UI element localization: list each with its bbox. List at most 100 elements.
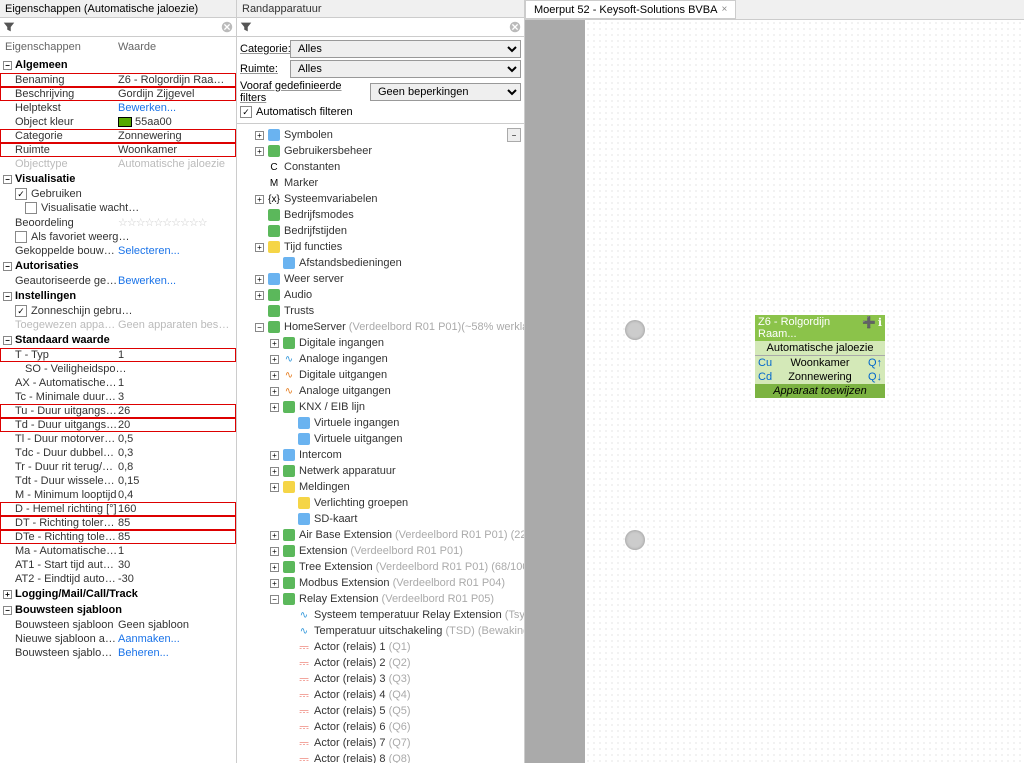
property-row[interactable]: Geautoriseerde gebruike...Bewerken... — [0, 274, 236, 288]
tree-item[interactable]: +{x}Systeemvariabelen — [237, 191, 524, 207]
tree-item[interactable]: ⎓Actor (relais) 8 (Q8) — [237, 751, 524, 763]
property-row[interactable]: Beoordeling☆☆☆☆☆☆☆☆☆☆ — [0, 215, 236, 230]
port-out[interactable]: Q↑ — [862, 357, 882, 369]
property-row[interactable]: Tdc - Duur dubbele klik [s]0,3 — [0, 446, 236, 460]
property-row[interactable]: T - Typ1 — [0, 348, 236, 362]
tree-item[interactable]: Bedrijfstijden — [237, 223, 524, 239]
tree-item[interactable]: −Relay Extension (Verdeelbord R01 P05) — [237, 591, 524, 607]
tree-toggle[interactable]: + — [255, 243, 264, 252]
tree-item[interactable]: +KNX / EIB lijn — [237, 399, 524, 415]
tree-item[interactable]: Verlichting groepen — [237, 495, 524, 511]
property-row[interactable]: Toegewezen apparaatGeen apparaten beschi… — [0, 318, 236, 332]
section-header[interactable]: −Bouwsteen sjabloon — [0, 602, 236, 618]
prop-value[interactable]: 0,5 — [118, 433, 233, 445]
node-icons[interactable]: ➕ ℹ — [862, 316, 882, 340]
filter-category-select[interactable]: Alles — [290, 40, 521, 58]
plus-icon[interactable]: ➕ — [862, 316, 876, 340]
tree-toggle[interactable]: + — [270, 371, 279, 380]
property-row[interactable]: ✓Zonneschijn gebruiken — [0, 304, 236, 318]
prop-value[interactable]: 3 — [118, 391, 233, 403]
property-row[interactable]: Tl - Duur motorvergrend...0,5 — [0, 432, 236, 446]
prop-value[interactable]: 0,15 — [118, 475, 233, 487]
tree-toggle[interactable]: + — [270, 547, 279, 556]
property-row[interactable]: SO - Veiligheidspositi... — [0, 362, 236, 376]
tree-toggle[interactable]: + — [270, 483, 279, 492]
tree-item[interactable]: +∿Digitale uitgangen — [237, 367, 524, 383]
port-in[interactable]: Cd — [758, 371, 778, 383]
section-header[interactable]: −Visualisatie — [0, 171, 236, 187]
property-row[interactable]: Als favoriet weergeven — [0, 230, 236, 244]
prop-value[interactable]: Zonnewering — [118, 130, 233, 142]
property-row[interactable]: Bouwsteen sjabloonGeen sjabloon — [0, 618, 236, 632]
property-row[interactable]: Gekoppelde bouwstenenSelecteren... — [0, 244, 236, 258]
property-row[interactable]: ObjecttypeAutomatische jaloezie — [0, 157, 236, 171]
tree-item[interactable]: +Modbus Extension (Verdeelbord R01 P04) — [237, 575, 524, 591]
tree-toggle[interactable]: + — [270, 531, 279, 540]
tree-item[interactable]: +Digitale ingangen — [237, 335, 524, 351]
prop-value[interactable]: Z6 - Rolgordijn Raam Zijgev... — [118, 74, 233, 86]
info-icon[interactable]: ℹ — [878, 316, 882, 340]
tree-item[interactable]: Virtuele ingangen — [237, 415, 524, 431]
property-row[interactable]: BenamingZ6 - Rolgordijn Raam Zijgev... — [0, 73, 236, 87]
prop-value[interactable]: Woonkamer — [118, 144, 233, 156]
tree-item[interactable]: MMarker — [237, 175, 524, 191]
property-row[interactable]: AT1 - Start tijd automatis...30 — [0, 558, 236, 572]
property-row[interactable]: DT - Richting tolerantie s...85 — [0, 516, 236, 530]
filter-predef-select[interactable]: Geen beperkingen — [370, 83, 521, 101]
tree-toggle[interactable]: − — [255, 323, 264, 332]
tree-toggle[interactable]: + — [255, 195, 264, 204]
prop-value[interactable]: Automatische jaloezie — [118, 158, 233, 170]
property-row[interactable]: Bouwsteen sjablonen be...Beheren... — [0, 646, 236, 660]
canvas-tab[interactable]: Moerput 52 - Keysoft-Solutions BVBA × — [525, 0, 736, 19]
tree-item[interactable]: +Gebruikersbeheer — [237, 143, 524, 159]
node-port-row[interactable]: CuWoonkamerQ↑ — [755, 356, 885, 370]
tree-toggle[interactable]: + — [255, 147, 264, 156]
property-row[interactable]: Nieuwe sjabloon aanma...Aanmaken... — [0, 632, 236, 646]
property-row[interactable]: Ma - Automatische mod...1 — [0, 544, 236, 558]
section-header[interactable]: −Algemeen — [0, 57, 236, 73]
tree-toggle[interactable]: + — [255, 291, 264, 300]
tree-item[interactable]: +∿Analoge ingangen — [237, 351, 524, 367]
tree-toggle[interactable]: + — [270, 403, 279, 412]
tree-item[interactable]: ∿Systeem temperatuur Relay Extension (Ts… — [237, 607, 524, 623]
prop-value[interactable]: Bewerken... — [118, 275, 233, 287]
filter-icon[interactable] — [239, 20, 253, 34]
prop-value[interactable]: 0,8 — [118, 461, 233, 473]
tree-item[interactable]: ⎓Actor (relais) 7 (Q7) — [237, 735, 524, 751]
prop-value[interactable]: 0,3 — [118, 447, 233, 459]
prop-value[interactable]: Gordijn Zijgevel — [118, 88, 233, 100]
tree-item[interactable]: +Weer server — [237, 271, 524, 287]
prop-value[interactable]: 85 — [118, 517, 233, 529]
tree-toggle[interactable]: + — [270, 563, 279, 572]
tree-item[interactable]: Bedrijfsmodes — [237, 207, 524, 223]
section-header[interactable]: −Standaard waarde — [0, 332, 236, 348]
property-row[interactable]: Tr - Duur rit terug/zonne...0,8 — [0, 460, 236, 474]
node-port-row[interactable]: CdZonneweringQ↓ — [755, 370, 885, 384]
tree-item[interactable]: +Extension (Verdeelbord R01 P01) — [237, 543, 524, 559]
tree-item[interactable]: ⎓Actor (relais) 5 (Q5) — [237, 703, 524, 719]
close-icon[interactable] — [220, 20, 234, 34]
tree-item[interactable]: Virtuele uitgangen — [237, 431, 524, 447]
prop-value[interactable]: 30 — [118, 559, 233, 571]
tree-item[interactable]: +Audio — [237, 287, 524, 303]
tree-toggle[interactable]: + — [270, 355, 279, 364]
property-row[interactable]: BeschrijvingGordijn Zijgevel — [0, 87, 236, 101]
canvas-area[interactable]: Z6 - Rolgordijn Raam... ➕ ℹ Automatische… — [525, 20, 1024, 763]
device-tree[interactable]: +Symbolen−+GebruikersbeheerCConstantenMM… — [237, 124, 524, 763]
tree-item[interactable]: +∿Analoge uitgangen — [237, 383, 524, 399]
tree-item[interactable]: CConstanten — [237, 159, 524, 175]
prop-value[interactable]: Geen sjabloon — [118, 619, 233, 631]
tree-item[interactable]: Trusts — [237, 303, 524, 319]
prop-value[interactable]: 160 — [118, 503, 233, 515]
property-row[interactable]: AX - Automatische zonn...1 — [0, 376, 236, 390]
checkbox[interactable]: ✓ — [15, 305, 27, 317]
property-row[interactable]: Visualisatie wachtwo... — [0, 201, 236, 215]
canvas-node[interactable]: Z6 - Rolgordijn Raam... ➕ ℹ Automatische… — [755, 315, 885, 398]
tree-toggle[interactable]: + — [270, 467, 279, 476]
tree-item[interactable]: ⎓Actor (relais) 6 (Q6) — [237, 719, 524, 735]
tree-item[interactable]: ⎓Actor (relais) 1 (Q1) — [237, 639, 524, 655]
tree-toggle[interactable]: + — [270, 387, 279, 396]
property-row[interactable]: Tu - Duur uitgangsimpul...26 — [0, 404, 236, 418]
close-icon[interactable] — [508, 20, 522, 34]
property-row[interactable]: RuimteWoonkamer — [0, 143, 236, 157]
